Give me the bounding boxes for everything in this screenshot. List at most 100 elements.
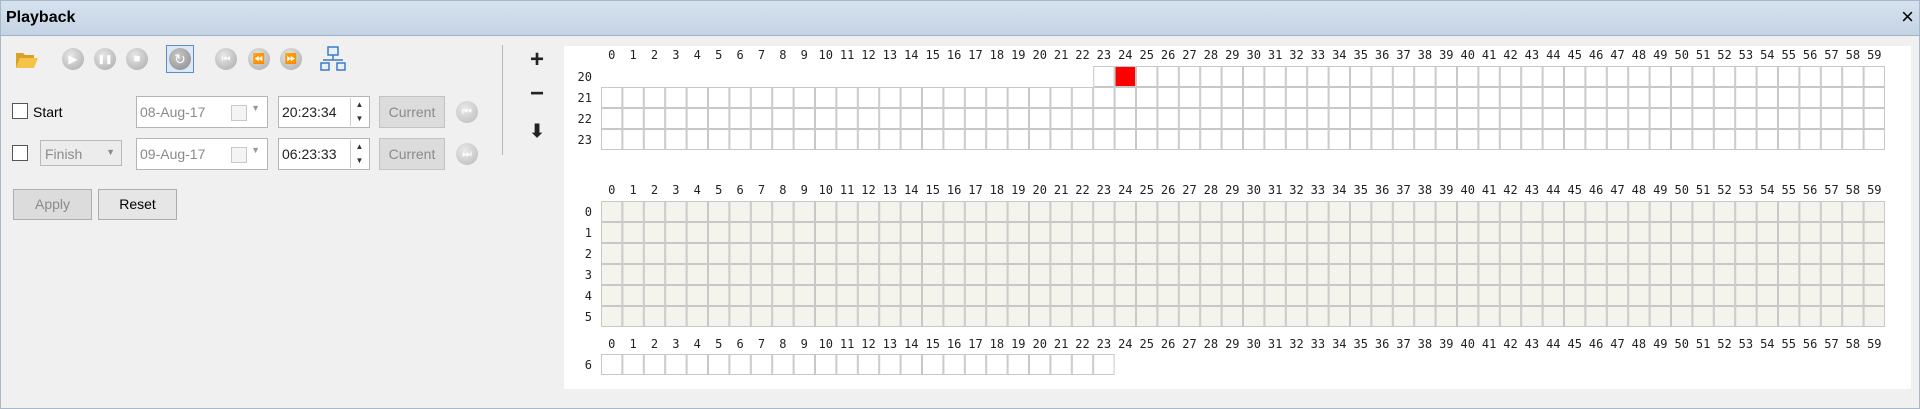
minute-cell[interactable] (1820, 222, 1843, 243)
minute-cell[interactable] (1606, 201, 1629, 222)
minute-cell[interactable] (922, 222, 944, 243)
minute-cell[interactable] (857, 201, 880, 222)
minute-cell[interactable] (1307, 264, 1329, 285)
minute-cell[interactable] (1414, 264, 1436, 285)
minute-cell[interactable] (879, 285, 901, 306)
minute-cell[interactable] (1264, 285, 1286, 306)
minute-cell[interactable] (1285, 66, 1308, 87)
minute-cell[interactable] (1649, 108, 1671, 129)
minute-cell[interactable] (1820, 87, 1843, 108)
minute-cell[interactable] (772, 222, 794, 243)
minute-cell[interactable] (1136, 285, 1158, 306)
minute-cell[interactable] (1243, 285, 1265, 306)
minute-cell[interactable] (622, 108, 644, 129)
minute-cell[interactable] (1692, 129, 1714, 150)
minute-cell[interactable] (601, 87, 623, 108)
minute-cell[interactable] (686, 354, 708, 375)
minute-cell[interactable] (1585, 222, 1607, 243)
minute-cell[interactable] (1243, 87, 1265, 108)
minute-cell[interactable] (1371, 222, 1393, 243)
minute-cell[interactable] (1221, 87, 1243, 108)
minute-cell[interactable] (1735, 66, 1757, 87)
minute-cell[interactable] (793, 243, 816, 264)
minute-cell[interactable] (729, 87, 751, 108)
minute-cell[interactable] (1713, 222, 1736, 243)
minute-cell[interactable] (1735, 222, 1757, 243)
minute-cell[interactable] (879, 264, 901, 285)
minute-cell[interactable] (1457, 222, 1479, 243)
minute-cell[interactable] (922, 201, 944, 222)
minute-cell[interactable] (729, 285, 751, 306)
minute-cell[interactable] (1392, 285, 1415, 306)
minute-cell[interactable] (1264, 306, 1286, 327)
minute-cell[interactable] (1799, 66, 1821, 87)
minute-cell[interactable] (1671, 87, 1693, 108)
minute-cell[interactable] (1435, 129, 1457, 150)
minute-cell[interactable] (601, 222, 623, 243)
minute-cell[interactable] (1136, 306, 1158, 327)
minute-cell[interactable] (1820, 285, 1843, 306)
minute-cell[interactable] (1842, 222, 1864, 243)
start-date-field[interactable]: 08-Aug-17 ▼ (136, 96, 268, 128)
minute-cell[interactable] (1628, 243, 1650, 264)
minute-cell[interactable] (1606, 264, 1629, 285)
minute-cell[interactable] (1071, 306, 1094, 327)
minute-cell[interactable] (1221, 285, 1243, 306)
minute-cell[interactable] (1649, 264, 1671, 285)
minute-cell[interactable] (1457, 201, 1479, 222)
minute-cell[interactable] (665, 243, 687, 264)
minute-cell[interactable] (1200, 243, 1222, 264)
minute-cell[interactable] (772, 306, 794, 327)
minute-cell[interactable] (750, 354, 773, 375)
minute-cell[interactable] (1200, 66, 1222, 87)
minute-cell[interactable] (1414, 243, 1436, 264)
minute-cell[interactable] (729, 108, 751, 129)
minute-cell[interactable] (1521, 129, 1543, 150)
minute-cell[interactable] (1071, 264, 1094, 285)
minute-cell[interactable] (708, 108, 730, 129)
minute-cell[interactable] (1478, 108, 1500, 129)
minute-cell[interactable] (1392, 306, 1415, 327)
minute-cell[interactable] (986, 354, 1008, 375)
minute-cell[interactable] (1842, 66, 1864, 87)
minute-cell[interactable] (1542, 222, 1564, 243)
minute-cell[interactable] (772, 87, 794, 108)
minute-cell[interactable] (1114, 201, 1136, 222)
play-button[interactable]: ▶ (59, 45, 87, 73)
minute-cell[interactable] (1435, 306, 1457, 327)
minute-cell[interactable] (793, 285, 816, 306)
minute-cell[interactable] (879, 354, 901, 375)
minute-cell[interactable] (1649, 243, 1671, 264)
minute-cell[interactable] (857, 87, 880, 108)
minute-cell[interactable] (857, 222, 880, 243)
minute-cell[interactable] (1050, 306, 1072, 327)
minute-cell[interactable] (1200, 129, 1222, 150)
minute-cell[interactable] (1521, 222, 1543, 243)
minute-cell[interactable] (900, 264, 923, 285)
minute-cell[interactable] (1842, 243, 1864, 264)
minute-cell[interactable] (986, 264, 1008, 285)
jump-to-end-icon[interactable]: ⏭ (456, 143, 478, 165)
minute-cell[interactable] (836, 243, 858, 264)
minute-cell[interactable] (1542, 129, 1564, 150)
minute-cell[interactable] (1778, 222, 1800, 243)
minute-cell[interactable] (708, 129, 730, 150)
minute-cell[interactable] (1478, 243, 1500, 264)
minute-cell[interactable] (1136, 264, 1158, 285)
minute-cell[interactable] (1499, 87, 1522, 108)
minute-cell[interactable] (836, 264, 858, 285)
minute-cell[interactable] (1007, 306, 1030, 327)
start-time-spinner[interactable]: ▲ ▼ (350, 98, 368, 126)
minute-cell[interactable] (1628, 87, 1650, 108)
minute-cell[interactable] (836, 108, 858, 129)
minute-cell[interactable] (643, 264, 666, 285)
minute-cell[interactable] (1799, 129, 1821, 150)
minute-cell[interactable] (857, 108, 880, 129)
minute-cell[interactable] (622, 306, 644, 327)
minute-cell[interactable] (1671, 66, 1693, 87)
minute-cell[interactable] (986, 201, 1008, 222)
minute-cell[interactable] (1050, 243, 1072, 264)
minute-cell[interactable] (1371, 243, 1393, 264)
minute-cell[interactable] (1392, 66, 1415, 87)
minute-cell[interactable] (1649, 306, 1671, 327)
